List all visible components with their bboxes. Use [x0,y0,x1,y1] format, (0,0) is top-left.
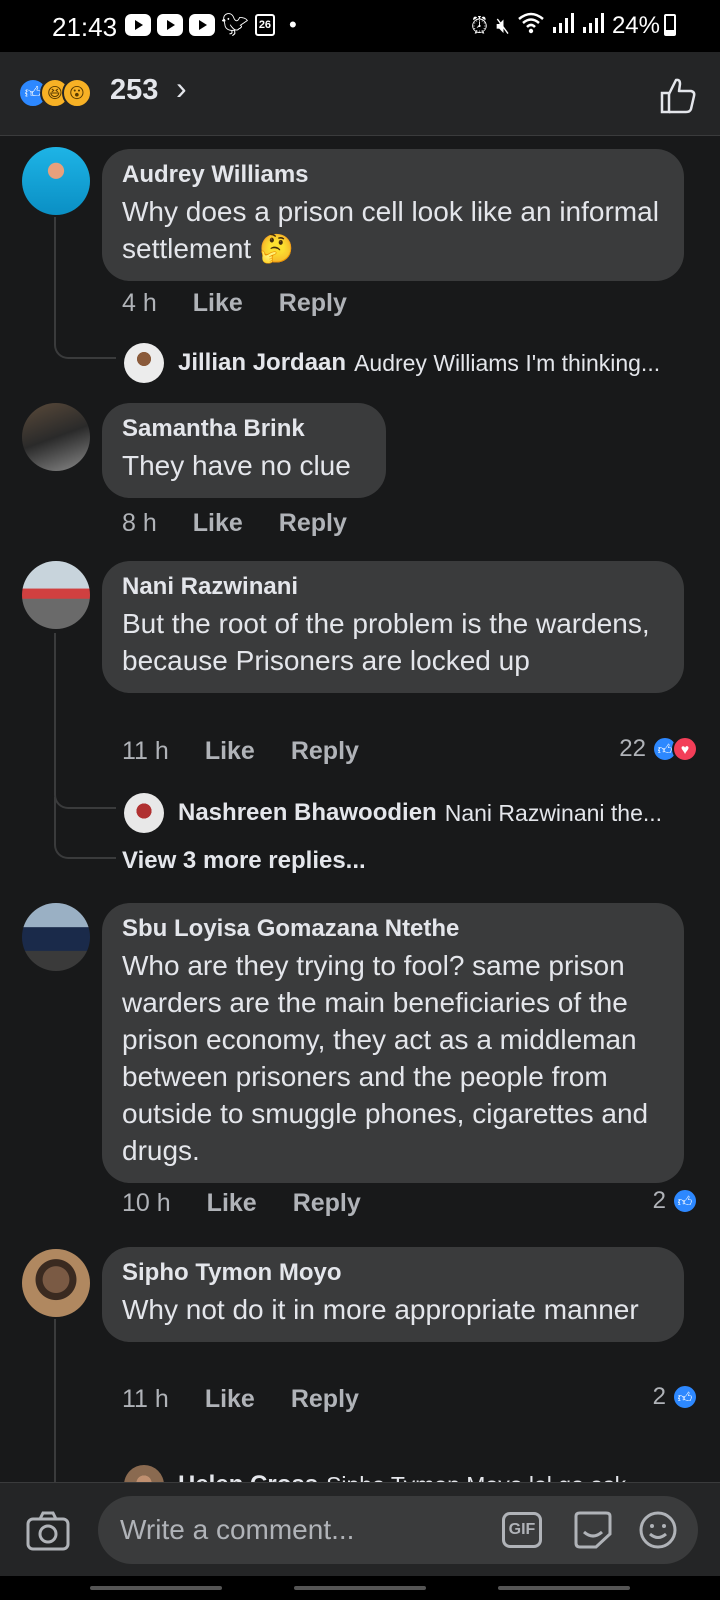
comment-composer: Write a comment... GIF [0,1482,720,1576]
avatar[interactable] [124,343,164,383]
notification-dot: • [288,12,297,37]
signal-icon [552,12,574,40]
comment-input[interactable]: Write a comment... GIF [98,1496,698,1564]
reply-button[interactable]: Reply [293,1189,361,1218]
avatar[interactable] [22,147,90,215]
comment-time: 8 h [122,509,157,537]
avatar[interactable] [22,903,90,971]
comment-text: They have no clue [122,450,351,481]
reply-button[interactable]: Reply [279,289,347,318]
comment-reactions[interactable]: 22 👍︎ ♥ [619,735,698,763]
comment-author[interactable]: Samantha Brink [122,415,366,443]
thread-line [54,1319,116,1482]
nav-handle[interactable] [498,1586,630,1590]
comment-time: 4 h [122,289,157,317]
comment-bubble[interactable]: Sipho Tymon Moyo Why not do it in more a… [102,1247,684,1342]
avatar[interactable] [22,403,90,471]
signal-icon [582,12,604,40]
like-button[interactable]: Like [193,509,243,538]
comment-actions: 11 h Like Reply [122,737,395,766]
youtube-icon [189,14,215,36]
youtube-icon [157,14,183,36]
like-icon: 👍︎ [672,1384,698,1410]
comment-bubble[interactable]: Samantha Brink They have no clue [102,403,386,498]
comment-text: Why not do it in more appropriate manner [122,1294,639,1325]
nav-handle[interactable] [90,1586,222,1590]
youtube-icon [125,14,151,36]
comment-actions: 11 h Like Reply [122,1385,395,1414]
comment-reactions[interactable]: 2 👍︎ [653,1187,698,1215]
sticker-icon[interactable] [572,1510,614,1550]
comment-time: 10 h [122,1189,171,1217]
comment-author[interactable]: Audrey Williams [122,161,664,189]
reply-text: Sipho Tymon Moyo lol go ask [326,1472,626,1483]
reactions-header: 👍︎ 😆︎ 😮︎ 253 › [0,52,720,136]
comment-text: But the root of the problem is the warde… [122,608,650,676]
like-thumb-icon[interactable] [658,76,698,116]
avatar[interactable] [22,561,90,629]
comment-text: Who are they trying to fool? same prison… [122,950,649,1166]
reaction-summary[interactable]: 👍︎ 😆︎ 😮︎ [18,78,92,108]
thread-line [54,797,116,859]
comment-actions: 8 h Like Reply [122,509,383,538]
comment-bubble[interactable]: Nani Razwinani But the root of the probl… [102,561,684,693]
reaction-count: 22 [619,735,646,762]
comments-list[interactable]: Audrey Williams Why does a prison cell l… [0,137,720,1482]
comment-actions: 10 h Like Reply [122,1189,397,1218]
comment-reactions[interactable]: 2 👍︎ [653,1383,698,1411]
camera-icon[interactable] [26,1511,70,1551]
reaction-count: 2 [652,1187,666,1214]
like-button[interactable]: Like [205,1385,255,1414]
reply-author[interactable]: Helen Cross [178,1471,318,1482]
wifi-icon [518,12,544,40]
wow-icon: 😮︎ [62,78,92,108]
reply-text: Nani Razwinani the... [444,799,663,826]
reply-button[interactable]: Reply [291,1385,359,1414]
comment-bubble[interactable]: Sbu Loyisa Gomazana Ntethe Who are they … [102,903,684,1183]
heart-icon: ♥ [672,736,698,762]
view-more-replies-link[interactable]: View 3 more replies... [122,847,366,875]
status-bar: 21:43 🐦︎ 26 • ⏰︎ 🔇︎ 24% [0,0,720,52]
comment-bubble[interactable]: Audrey Williams Why does a prison cell l… [102,149,684,281]
comment-author[interactable]: Sbu Loyisa Gomazana Ntethe [122,915,664,943]
mute-icon: 🔇︎ [496,13,510,38]
comment-time: 11 h [122,1385,169,1413]
reply-author[interactable]: Nashreen Bhawoodien [178,799,437,827]
like-button[interactable]: Like [193,289,243,318]
comment-placeholder: Write a comment... [120,1514,355,1545]
avatar[interactable] [22,1249,90,1317]
reply-preview[interactable]: Jillian Jordaan Audrey Williams I'm thin… [124,343,694,383]
reply-button[interactable]: Reply [279,509,347,538]
calendar-icon: 26 [254,14,275,36]
twitter-icon: 🐦︎ [221,12,249,37]
comment-actions: 4 h Like Reply [122,289,383,318]
avatar[interactable] [124,1465,164,1482]
reply-text: Audrey Williams I'm thinking... [354,349,661,376]
clock: 21:43 [52,12,118,42]
reply-button[interactable]: Reply [291,737,359,766]
emoji-icon[interactable] [638,1510,678,1550]
comment-time: 11 h [122,737,169,765]
gif-button[interactable]: GIF [502,1512,542,1548]
reaction-count: 2 [652,1383,666,1410]
battery-icon [664,14,676,36]
reply-preview[interactable]: Helen Cross Sipho Tymon Moyo lol go ask [124,1465,694,1482]
reply-author[interactable]: Jillian Jordaan [178,349,346,377]
comment-author[interactable]: Nani Razwinani [122,573,664,601]
reply-preview[interactable]: Nashreen Bhawoodien Nani Razwinani the..… [124,793,694,833]
alarm-icon: ⏰︎ [470,13,489,38]
reaction-count[interactable]: 253 [110,74,158,107]
like-icon: 👍︎ [672,1188,698,1214]
battery-percent: 24% [611,12,660,39]
chevron-right-icon[interactable]: › [176,70,187,107]
comment-text: Why does a prison cell look like an info… [122,196,659,264]
like-button[interactable]: Like [205,737,255,766]
like-button[interactable]: Like [207,1189,257,1218]
system-nav-bar [0,1576,720,1600]
avatar[interactable] [124,793,164,833]
comment-author[interactable]: Sipho Tymon Moyo [122,1259,664,1287]
nav-handle[interactable] [294,1586,426,1590]
